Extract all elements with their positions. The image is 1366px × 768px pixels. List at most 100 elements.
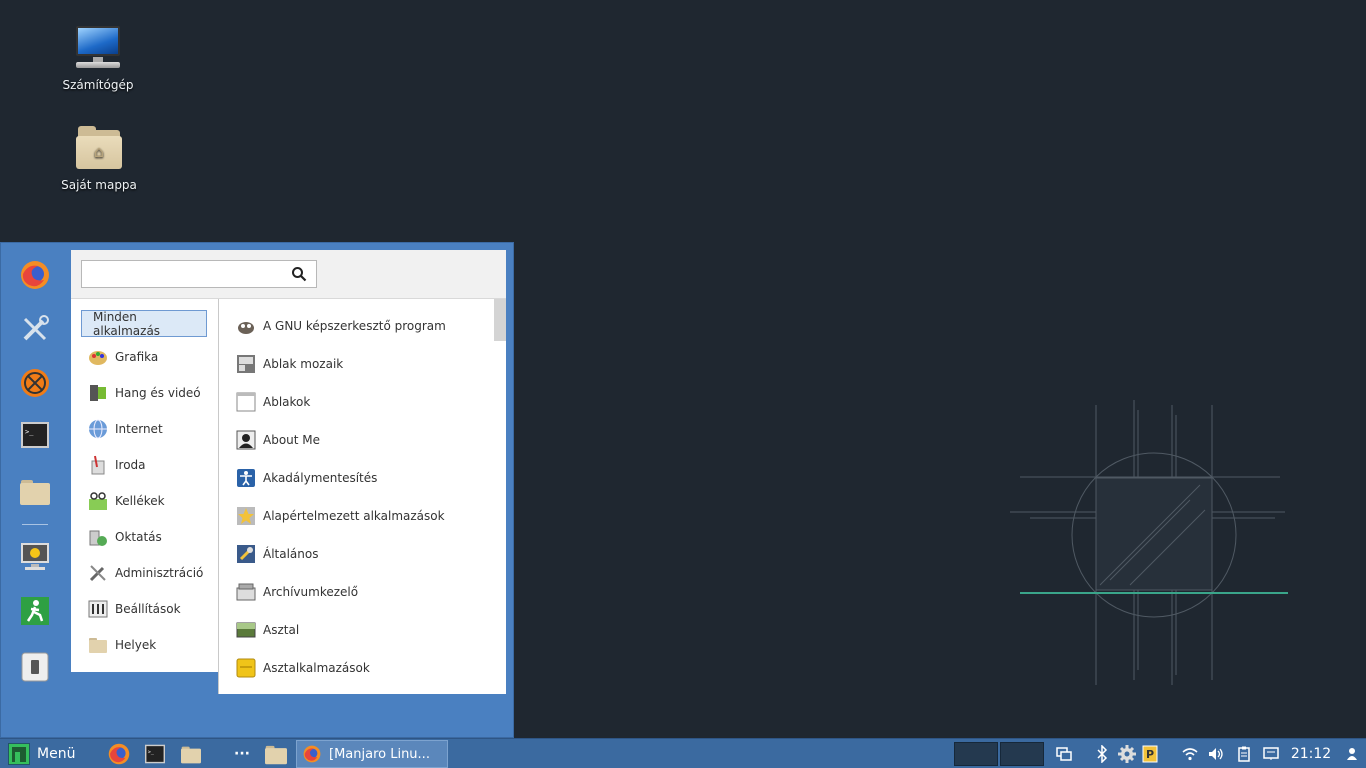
folder-icon[interactable]: [18, 474, 52, 508]
category-label: Internet: [115, 421, 163, 436]
app-archive-manager[interactable]: Archívumkezelő: [235, 579, 485, 605]
logout-icon[interactable]: [18, 594, 52, 628]
lock-screen-icon[interactable]: [18, 540, 52, 574]
app-label: Általános: [263, 547, 319, 561]
suspend-icon[interactable]: [18, 650, 52, 684]
category-label: Oktatás: [115, 529, 162, 544]
category-accessories[interactable]: Kellékek: [81, 487, 207, 514]
app-about-me[interactable]: About Me: [235, 427, 485, 453]
firefox-icon[interactable]: [18, 258, 52, 292]
taskbar: Menü >_ ··· [Manjaro Linu... P 21:12: [0, 738, 1366, 768]
category-settings[interactable]: Beállítások: [81, 595, 207, 622]
task-window-title: [Manjaro Linu...: [329, 746, 430, 762]
task-files[interactable]: [262, 739, 290, 768]
menu-button[interactable]: Menü: [2, 739, 82, 768]
favorites-bar: >_: [0, 250, 70, 690]
category-label: Grafika: [115, 349, 159, 364]
admin-tools-icon: [87, 562, 109, 584]
app-desktop-applets[interactable]: Asztalkalmazások: [235, 655, 485, 681]
category-all-apps[interactable]: Minden alkalmazás: [81, 309, 207, 338]
scissors-icon: [87, 490, 109, 512]
volume-icon[interactable]: [1206, 739, 1226, 768]
pamac-update-icon[interactable]: P: [1140, 739, 1160, 768]
workspace-1[interactable]: [954, 742, 998, 766]
terminal-icon: >_: [145, 744, 165, 764]
app-window-tiling[interactable]: Ablak mozaik: [235, 351, 485, 377]
svg-text:>_: >_: [25, 428, 34, 436]
palette-icon: [87, 346, 109, 368]
category-label: Iroda: [115, 457, 146, 472]
desktop-icon-label: Számítógép: [62, 78, 134, 92]
places-folder-icon: [87, 634, 109, 656]
keyboard-layout-icon[interactable]: [1260, 739, 1282, 768]
education-icon: [87, 526, 109, 548]
firefox-icon: [108, 743, 130, 765]
category-label: Hang és videó: [115, 385, 201, 400]
star-icon: [235, 505, 257, 527]
category-internet[interactable]: Internet: [81, 415, 207, 442]
computer-icon: [73, 24, 123, 74]
app-desktop[interactable]: Asztal: [235, 617, 485, 643]
launcher-files[interactable]: [178, 739, 204, 768]
desktop-icon-computer[interactable]: Számítógép: [48, 24, 148, 92]
film-music-icon: [87, 382, 109, 404]
scrollbar-thumb[interactable]: [494, 299, 506, 341]
category-education[interactable]: Oktatás: [81, 523, 207, 550]
search-input[interactable]: [81, 260, 317, 288]
search-area: [71, 250, 506, 299]
clock[interactable]: 21:12: [1286, 739, 1336, 768]
category-places[interactable]: Helyek: [81, 631, 207, 658]
app-gimp[interactable]: A GNU képszerkesztő program: [235, 313, 485, 339]
archive-icon: [235, 581, 257, 603]
firefox-icon: [303, 745, 321, 763]
bluetooth-icon[interactable]: [1092, 739, 1112, 768]
app-general[interactable]: Általános: [235, 541, 485, 567]
category-administration[interactable]: Adminisztráció: [81, 559, 207, 586]
category-label: Helyek: [115, 637, 157, 652]
tools-icon[interactable]: [18, 312, 52, 346]
clipboard-icon[interactable]: [1234, 739, 1254, 768]
home-folder-icon: ⌂: [74, 124, 124, 174]
app-label: About Me: [263, 433, 321, 447]
category-label: Minden alkalmazás: [93, 309, 161, 338]
user-card-icon: [235, 429, 257, 451]
launcher-terminal[interactable]: >_: [142, 739, 168, 768]
app-label: Asztalkalmazások: [263, 661, 370, 675]
category-label: Beállítások: [115, 601, 181, 616]
category-graphics[interactable]: Grafika: [81, 343, 207, 370]
wrench-icon: [235, 543, 257, 565]
category-label: Adminisztráció: [115, 565, 204, 580]
app-label: Archívumkezelő: [263, 585, 359, 599]
user-icon[interactable]: [1342, 739, 1362, 768]
search-icon[interactable]: [291, 266, 307, 282]
workspace-2[interactable]: [1000, 742, 1044, 766]
app-default-applications[interactable]: Alapértelmezett alkalmazások: [235, 503, 485, 529]
overflow-dots-icon[interactable]: ···: [230, 739, 254, 768]
app-label: Akadálymentesítés: [263, 471, 378, 485]
svg-text:P: P: [1146, 748, 1154, 761]
note-icon: [235, 657, 257, 679]
app-label: Ablakok: [263, 395, 311, 409]
settings-sliders-icon: [87, 598, 109, 620]
desktop-icon-home[interactable]: ⌂ Saját mappa: [49, 124, 149, 192]
hexchat-icon[interactable]: [18, 366, 52, 400]
show-desktop-icon[interactable]: [1052, 739, 1076, 768]
category-office[interactable]: Iroda: [81, 451, 207, 478]
wifi-icon[interactable]: [1180, 739, 1200, 768]
task-window-firefox[interactable]: [Manjaro Linu...: [296, 740, 448, 768]
launcher-firefox[interactable]: [106, 739, 132, 768]
app-label: Alapértelmezett alkalmazások: [263, 509, 445, 523]
desktop-icon-label: Saját mappa: [61, 178, 137, 192]
category-multimedia[interactable]: Hang és videó: [81, 379, 207, 406]
category-label: Kellékek: [115, 493, 165, 508]
home-folder-icon: [265, 745, 287, 765]
app-accessibility[interactable]: Akadálymentesítés: [235, 465, 485, 491]
gimp-icon: [235, 315, 257, 337]
app-windows[interactable]: Ablakok: [235, 389, 485, 415]
category-list: Minden alkalmazás Grafika Hang és videó …: [71, 299, 218, 672]
accessibility-icon: [235, 467, 257, 489]
terminal-icon[interactable]: >_: [18, 418, 52, 452]
settings-gear-icon[interactable]: [1116, 739, 1138, 768]
manjaro-logo-icon: [8, 743, 30, 765]
menu-button-label: Menü: [37, 746, 76, 762]
